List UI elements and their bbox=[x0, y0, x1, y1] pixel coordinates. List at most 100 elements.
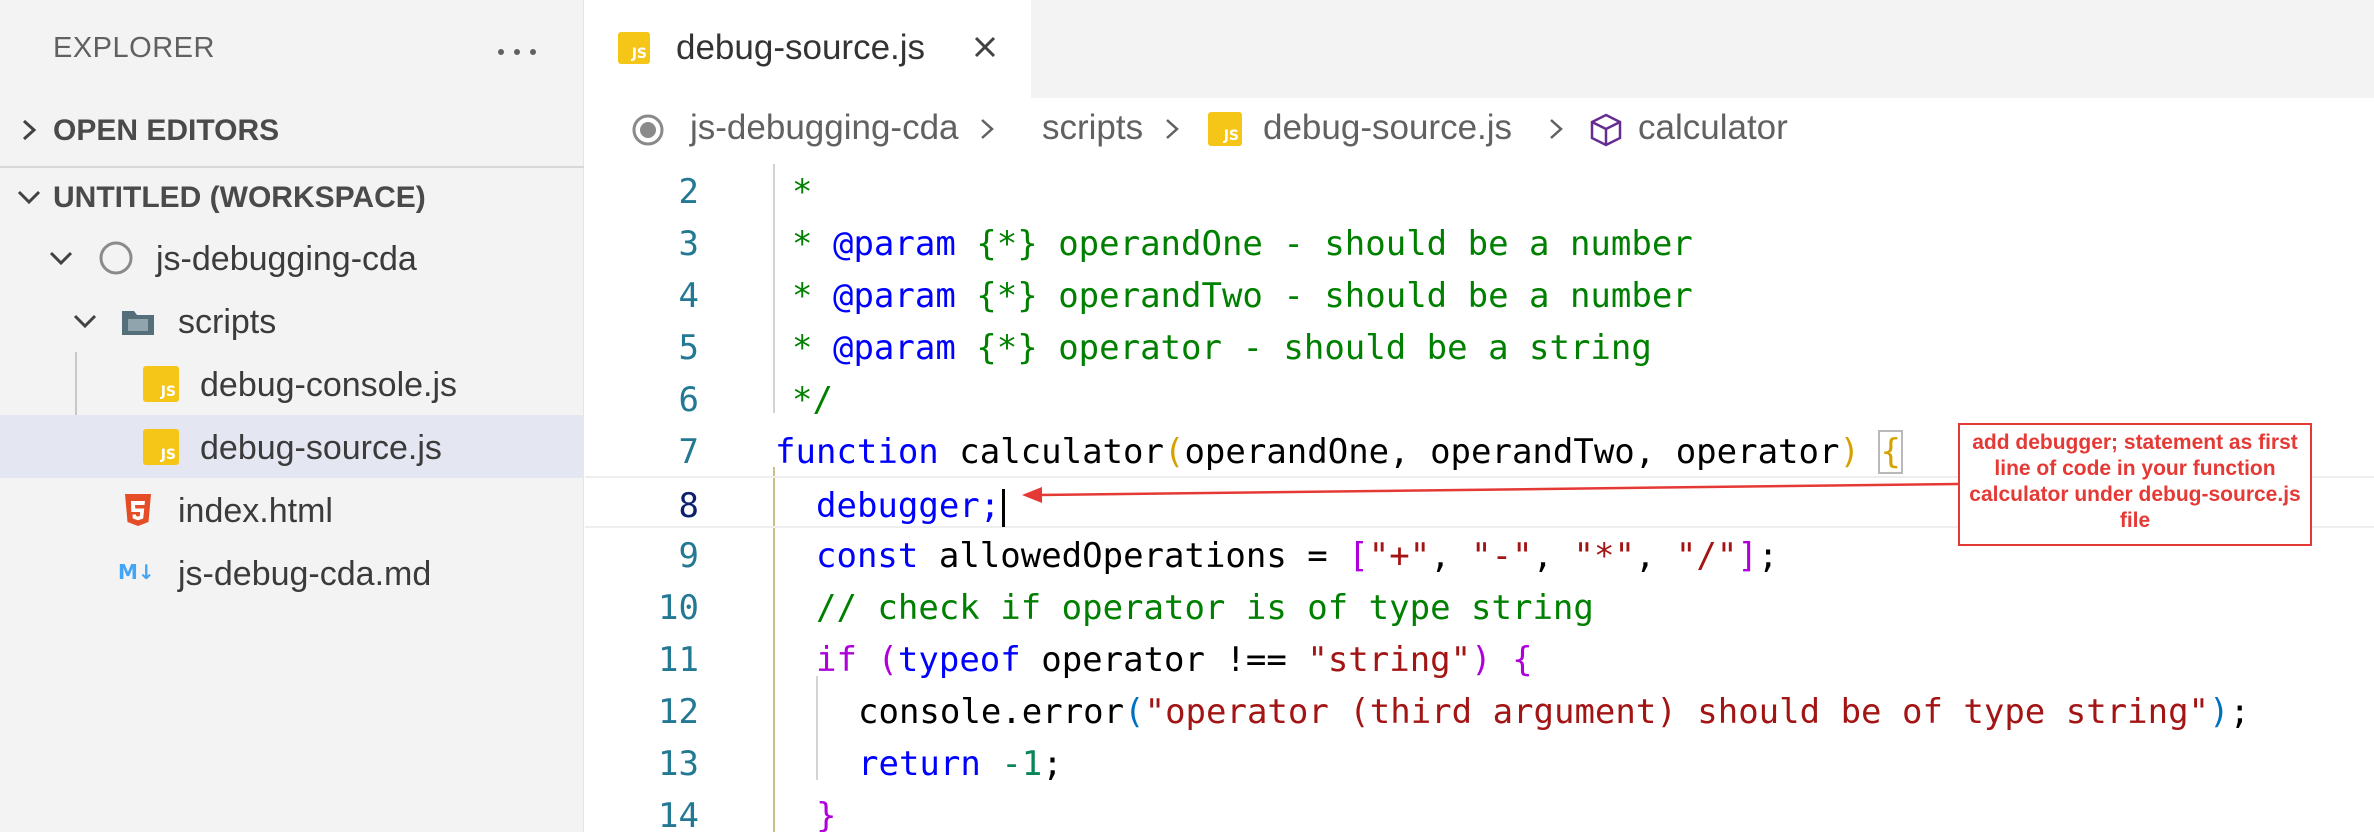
token-paren: ) bbox=[1471, 640, 1492, 680]
code-text: debugger; bbox=[816, 486, 1006, 527]
js-badge-text: JS bbox=[631, 46, 647, 62]
open-editors-section[interactable]: OPEN EDITORS bbox=[0, 101, 584, 159]
token-punct: , bbox=[1532, 536, 1554, 576]
open-editors-label: OPEN EDITORS bbox=[53, 114, 280, 147]
markdown-file-icon: M↓ bbox=[118, 560, 155, 584]
line-number: 4 bbox=[678, 276, 699, 316]
breadcrumb-item-symbol[interactable]: calculator bbox=[1638, 108, 1788, 148]
folder-icon bbox=[122, 311, 154, 335]
token-comment: operandTwo bbox=[1058, 276, 1263, 316]
tab-label: debug-source.js bbox=[676, 28, 926, 67]
token-comment: * bbox=[792, 224, 813, 264]
chevron-down-icon bbox=[49, 251, 73, 266]
more-actions-icon[interactable] bbox=[494, 27, 542, 67]
token-punct: , bbox=[1634, 536, 1656, 576]
explorer-header: EXPLORER bbox=[0, 0, 584, 100]
line-number: 14 bbox=[658, 796, 699, 832]
token-doc-tag: @param bbox=[832, 276, 956, 316]
token-keyword: debugger; bbox=[816, 486, 1001, 526]
folder-circle-icon bbox=[99, 241, 133, 275]
tree-item-debug-console-js[interactable]: JS debug-console.js bbox=[0, 352, 584, 415]
tree-item-index-html[interactable]: index.html bbox=[0, 478, 584, 541]
code-line: 12 console.error("operator (third argume… bbox=[585, 684, 2374, 736]
code-text: } bbox=[816, 796, 836, 832]
token-paren: ( bbox=[1124, 692, 1145, 732]
breadcrumb-item-workspace[interactable]: js-debugging-cda bbox=[690, 108, 959, 148]
token-brace: { bbox=[1512, 640, 1533, 680]
token-string: "+" bbox=[1368, 536, 1431, 576]
js-file-icon: JS bbox=[143, 366, 179, 402]
code-text: // check if operator is of type string bbox=[816, 588, 1594, 628]
token-string: "/" bbox=[1675, 536, 1738, 576]
code-line: 14 } bbox=[585, 788, 2374, 832]
token-brace: } bbox=[816, 796, 837, 832]
code-text: if (typeof operator !== "string") { bbox=[816, 640, 1533, 680]
token-comment: * bbox=[792, 172, 813, 212]
js-badge-text: JS bbox=[160, 384, 176, 400]
chevron-right-icon bbox=[22, 119, 37, 141]
chevron-right-icon bbox=[1550, 119, 1563, 139]
token-keyword: const bbox=[816, 536, 919, 576]
js-badge-text: JS bbox=[1223, 128, 1239, 144]
token-doc-tag: @param bbox=[832, 328, 956, 368]
token-string: "string" bbox=[1307, 640, 1472, 680]
token-identifier: calculator bbox=[959, 432, 1164, 472]
tree-item-label: js-debugging-cda bbox=[156, 240, 417, 278]
code-line: 2 * bbox=[585, 164, 2374, 216]
token-comment: // check if operator is of type string bbox=[816, 588, 1594, 628]
token-comment: - should be a number bbox=[1283, 224, 1693, 264]
js-file-icon: JS bbox=[143, 429, 179, 465]
token-params: operandOne, operandTwo, operator bbox=[1184, 432, 1840, 472]
text-cursor bbox=[1002, 488, 1006, 527]
breadcrumb-item-file[interactable]: debug-source.js bbox=[1263, 108, 1512, 148]
token-paren: ) bbox=[2209, 692, 2230, 732]
code-line: 11 if (typeof operator !== "string") { bbox=[585, 632, 2374, 684]
token-punct: ; bbox=[1042, 744, 1063, 784]
token-paren: ( bbox=[1163, 432, 1185, 472]
folder-circle-icon bbox=[632, 114, 664, 146]
breadcrumb: js-debugging-cda scripts JS debug-source… bbox=[585, 98, 2374, 164]
line-number: 5 bbox=[678, 328, 699, 368]
line-number: 2 bbox=[678, 172, 699, 212]
tree-item-debug-source-js[interactable]: JS debug-source.js bbox=[0, 415, 584, 478]
token-punct: ; bbox=[1757, 536, 1779, 576]
tree-item-label: index.html bbox=[178, 492, 333, 530]
code-line: 4 * @param {*} operandTwo - should be a … bbox=[585, 268, 2374, 320]
tab-debug-source-js[interactable]: JS debug-source.js bbox=[585, 0, 1031, 98]
tree-item-js-debug-cda-md[interactable]: M↓ js-debug-cda.md bbox=[0, 541, 584, 604]
token-bracket: ] bbox=[1737, 536, 1758, 576]
token-comment: {*} bbox=[976, 328, 1038, 368]
close-icon[interactable] bbox=[968, 30, 1002, 64]
token-keyword: typeof bbox=[897, 640, 1021, 680]
breadcrumb-item-scripts[interactable]: scripts bbox=[1042, 108, 1143, 148]
tree-item-js-debugging-cda[interactable]: js-debugging-cda bbox=[0, 226, 584, 289]
token-paren: ) bbox=[1839, 432, 1860, 472]
token-string: "-" bbox=[1471, 536, 1533, 576]
line-number: 13 bbox=[658, 744, 699, 784]
code-text: * @param {*} operator - should be a stri… bbox=[792, 328, 1652, 368]
chevron-right-icon bbox=[1166, 119, 1179, 139]
token-identifier: operator !== bbox=[1041, 640, 1287, 680]
workspace-section[interactable]: UNTITLED (WORKSPACE) bbox=[0, 166, 584, 224]
line-number: 12 bbox=[658, 692, 699, 732]
code-text: */ bbox=[792, 380, 833, 420]
token-bracket: [ bbox=[1348, 536, 1369, 576]
code-text: * @param {*} operandTwo - should be a nu… bbox=[792, 276, 1693, 316]
annotation-callout: add debugger; statement as first line of… bbox=[1958, 423, 2312, 546]
code-line: 5 * @param {*} operator - should be a st… bbox=[585, 320, 2374, 372]
token-comment: * bbox=[792, 276, 813, 316]
token-comment: * bbox=[792, 328, 813, 368]
tree-item-scripts[interactable]: scripts bbox=[0, 289, 584, 352]
tree-item-label: debug-console.js bbox=[200, 366, 458, 404]
tab-bar: JS debug-source.js bbox=[585, 0, 2374, 98]
line-number: 11 bbox=[658, 640, 699, 680]
annotation-text: add debugger; statement as first line of… bbox=[1969, 431, 2301, 532]
token-keyword: return bbox=[858, 744, 981, 784]
token-punct: ; bbox=[2229, 692, 2250, 732]
tree-item-label: scripts bbox=[178, 303, 277, 341]
token-comment: */ bbox=[792, 380, 833, 420]
code-line: 6 */ bbox=[585, 372, 2374, 424]
tree-item-label: debug-source.js bbox=[200, 429, 442, 467]
code-text: function calculator(operandOne, operandT… bbox=[775, 430, 1903, 474]
token-comment: - should be a number bbox=[1283, 276, 1693, 316]
